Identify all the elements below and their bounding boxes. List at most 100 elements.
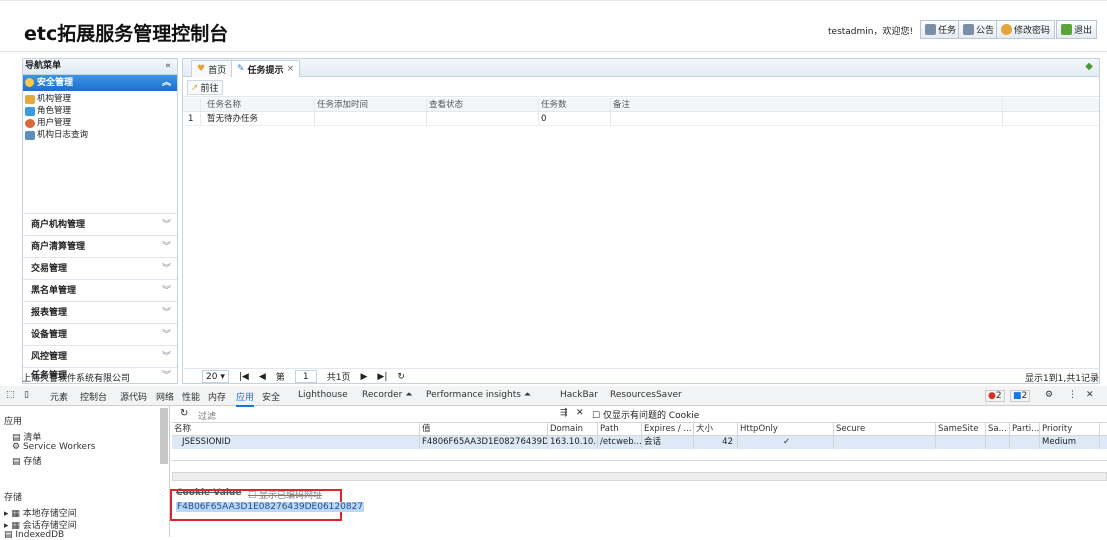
devtools-tab[interactable]: 性能 — [182, 390, 200, 403]
column-header[interactable]: Priority — [1040, 423, 1100, 436]
nav-section-security[interactable]: 安全管理 ︽ — [23, 75, 177, 91]
devtools-tab[interactable]: Lighthouse — [298, 390, 348, 400]
reload-icon[interactable]: ↻ — [397, 372, 405, 382]
devtools-tab[interactable]: 控制台 — [80, 390, 107, 403]
row-number: 1 — [183, 112, 201, 126]
close-icon[interactable]: × — [287, 64, 295, 74]
cookie-secure — [834, 436, 936, 449]
devtools-tab[interactable]: Performance insights ⏶ — [426, 390, 531, 400]
nav-panel: 导航菜单 « 安全管理 ︽ 机构管理 角色管理 用户管理 机构日志查询 商户机构管理… — [22, 58, 178, 384]
close-devtools-icon[interactable]: ✕ — [1086, 390, 1094, 400]
more-icon[interactable]: ⋮ — [1068, 390, 1077, 400]
delete-icon[interactable]: ✕ — [576, 408, 584, 418]
last-page-icon[interactable]: ▶| — [377, 372, 387, 382]
device-toggle-icon[interactable]: ▯ — [24, 390, 29, 400]
grid-toolbar: ➚ 前往 — [183, 77, 1099, 97]
devtools-tab[interactable]: Recorder ⏶ — [362, 390, 412, 400]
page-number-input[interactable]: 1 — [294, 370, 317, 383]
chevron-down-icon: ︾ — [161, 330, 171, 340]
nav-header: 导航菜单 « — [23, 59, 177, 75]
devtools-tab-application[interactable]: 应用 — [236, 390, 255, 407]
column-header[interactable]: 查看状态 — [427, 98, 539, 112]
devtools-tab[interactable]: ResourcesSaver — [610, 390, 682, 400]
log-icon — [25, 131, 35, 140]
clear-filtered-icon[interactable]: ⇶ — [560, 408, 568, 418]
nav-item-user[interactable]: 用户管理 — [23, 117, 177, 129]
task-name-cell: 暂无待办任务 — [201, 112, 315, 126]
devtools-tab[interactable]: 源代码 — [120, 390, 147, 403]
nav-item-log[interactable]: 机构日志查询 — [23, 129, 177, 141]
nav-item-role[interactable]: 角色管理 — [23, 105, 177, 117]
main-panel: ♥ 首页 ✎ 任务提示 × ◆ ➚ 前往 任务名称 任务添加时间 查看状态 任务数 备注… — [182, 58, 1100, 384]
logout-icon — [1061, 24, 1072, 35]
change-password-button[interactable]: 修改密码 — [996, 20, 1056, 39]
column-header[interactable]: Parti... — [1010, 423, 1040, 436]
nav-group-risk[interactable]: 风控管理 ︾ — [23, 345, 177, 367]
settings-icon[interactable]: ⚙ — [1045, 390, 1053, 400]
devtools-tab[interactable]: 内存 — [208, 390, 226, 403]
welcome-text: testadmin，欢迎您! — [828, 27, 914, 37]
notice-button[interactable]: 公告 — [958, 20, 1000, 39]
page-size-select[interactable]: 20 ▾ — [202, 370, 229, 383]
sidebar-scrollbar[interactable] — [160, 408, 168, 464]
tab-home[interactable]: ♥ 首页 — [191, 60, 233, 77]
nav-group-devices[interactable]: 设备管理 ︾ — [23, 323, 177, 345]
devtools-tab[interactable]: 网络 — [156, 390, 174, 403]
nav-group-transaction[interactable]: 交易管理 ︾ — [23, 257, 177, 279]
logout-button[interactable]: 退出 — [1056, 20, 1098, 39]
column-header[interactable]: Path — [598, 423, 642, 436]
sidebar-item-storage[interactable]: ▤ 存储 — [12, 454, 41, 467]
inspect-icon[interactable]: ⬚ — [6, 390, 15, 400]
pager: 20 ▾ |◀ ◀ 第 1 共1页 ▶ ▶| ↻ — [182, 368, 1100, 384]
nav-group-merchant-org[interactable]: 商户机构管理 ︾ — [23, 213, 177, 235]
column-header[interactable]: Sa... — [986, 423, 1010, 436]
column-header[interactable]: 任务数 — [539, 98, 611, 112]
sidebar-item-service-workers[interactable]: ⚙ Service Workers — [12, 442, 95, 452]
cookie-name: JSESSIONID — [172, 436, 420, 449]
column-header[interactable]: 值 — [420, 423, 548, 436]
next-page-icon[interactable]: ▶ — [360, 372, 367, 382]
message-count-badge[interactable]: ■2 — [1010, 390, 1031, 402]
nav-item-org[interactable]: 机构管理 — [23, 93, 177, 105]
collapse-icon[interactable]: « — [165, 59, 171, 74]
task-button[interactable]: 任务 — [920, 20, 962, 39]
filter-input[interactable]: 过滤 — [198, 409, 558, 422]
cookie-value-cell: F4806F65AA3D1E08276439DE... — [422, 436, 548, 449]
chevron-down-icon: ︾ — [161, 352, 171, 362]
goto-button[interactable]: ➚ 前往 — [187, 80, 223, 95]
devtools-tab[interactable]: 元素 — [50, 390, 68, 403]
nav-group-blacklist[interactable]: 黑名单管理 ︾ — [23, 279, 177, 301]
column-header[interactable]: 任务名称 — [201, 98, 315, 112]
column-header[interactable]: HttpOnly — [738, 423, 834, 436]
column-header[interactable]: SameSite — [936, 423, 986, 436]
first-page-icon[interactable]: |◀ — [239, 372, 249, 382]
tab-task-tips[interactable]: ✎ 任务提示 × — [231, 60, 301, 77]
column-header[interactable]: Expires / ... — [642, 423, 694, 436]
devtools-tab[interactable]: HackBar — [560, 390, 598, 400]
cookie-value-text[interactable]: F4B06F65AA3D1E08276439DE06120827 — [176, 502, 365, 512]
sidebar-item-indexeddb[interactable]: ▤ IndexedDB — [4, 530, 64, 540]
column-header[interactable]: 备注 — [611, 98, 1003, 112]
nav-group-merchant-clearing[interactable]: 商户清算管理 ︾ — [23, 235, 177, 257]
only-issues-checkbox[interactable]: ☐ 仅显示有问题的 Cookie — [592, 408, 699, 421]
security-icon — [25, 78, 34, 87]
task-icon — [925, 24, 936, 35]
chevron-down-icon: ︾ — [161, 220, 171, 230]
column-header[interactable]: Secure — [834, 423, 936, 436]
cookie-row[interactable]: JSESSIONID F4806F65AA3D1E08276439DE... 1… — [172, 436, 1107, 449]
cookie-httponly: ✓ — [738, 436, 834, 449]
column-header[interactable]: 名称 — [172, 423, 420, 436]
horizontal-scrollbar[interactable] — [172, 472, 1107, 481]
column-header[interactable]: 任务添加时间 — [315, 98, 427, 112]
error-count-badge[interactable]: ●2 — [985, 390, 1005, 402]
refresh-icon[interactable]: ◆ — [1085, 61, 1093, 72]
column-header[interactable]: 大小 — [694, 423, 738, 436]
prev-page-icon[interactable]: ◀ — [259, 372, 266, 382]
table-row[interactable]: 1 暂无待办任务 0 — [183, 112, 1099, 126]
column-header[interactable]: Domain — [548, 423, 598, 436]
devtools-tab[interactable]: 安全 — [262, 390, 280, 403]
nav-group-reports[interactable]: 报表管理 ︾ — [23, 301, 177, 323]
cookie-path: /etcweb... — [600, 436, 642, 449]
reload-icon[interactable]: ↻ — [180, 408, 188, 419]
task-note-cell — [611, 112, 1003, 126]
